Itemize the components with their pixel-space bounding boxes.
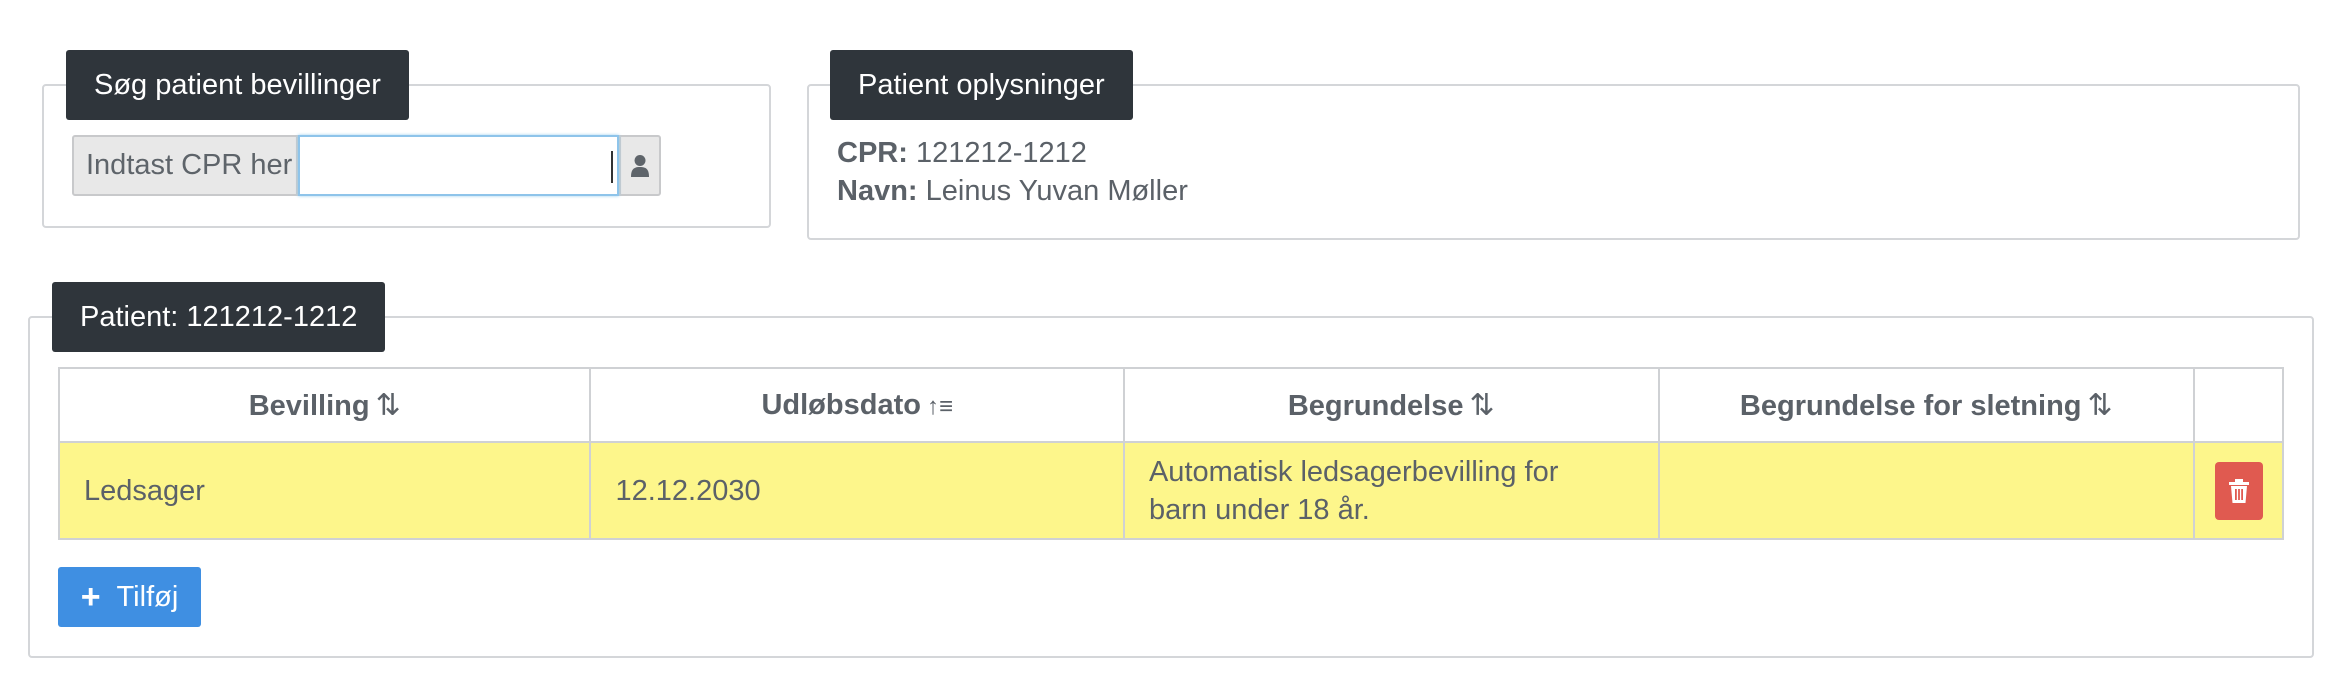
cell-actions	[2193, 441, 2284, 540]
cpr-value: 121212-1212	[915, 137, 1087, 169]
cell-begrundelse: Automatisk ledsagerbevilling for barn un…	[1122, 441, 1660, 540]
add-button[interactable]: + Tilføj	[58, 567, 201, 627]
column-header-begrundelse[interactable]: Begrundelse ⇅	[1122, 367, 1660, 443]
begrundelse-line-1: Automatisk ledsagerbevilling for	[1148, 455, 1559, 488]
cpr-input-group: Indtast CPR her	[72, 135, 661, 196]
cpr-input-label: Indtast CPR her	[72, 135, 298, 196]
column-header-actions	[2193, 367, 2284, 443]
name-info: Navn: Leinus Yuvan Møller	[837, 175, 1188, 208]
cell-udlobsdato: 12.12.2030	[589, 441, 1125, 540]
begrundelse-line-2: barn under 18 år.	[1148, 493, 1370, 526]
cpr-info: CPR: 121212-1212	[837, 137, 1087, 170]
patient-lookup-button[interactable]	[619, 135, 661, 196]
column-header-begrundelse-sletning[interactable]: Begrundelse for sletning ⇅	[1657, 367, 2196, 443]
sort-ascending-icon: ↑≡	[926, 392, 953, 420]
delete-button[interactable]	[2214, 461, 2263, 520]
table-header-row: Bevilling ⇅ Udløbsdato ↑≡ Begrundelse ⇅ Beg…	[57, 367, 2284, 443]
trash-icon	[2228, 478, 2249, 503]
user-icon	[631, 154, 649, 177]
cpr-input[interactable]	[298, 135, 619, 196]
name-value: Leinus Yuvan Møller	[925, 175, 1188, 207]
cpr-label: CPR:	[837, 137, 908, 169]
grants-panel-title: Patient: 121212-1212	[52, 282, 386, 352]
grants-table: Bevilling ⇅ Udløbsdato ↑≡ Begrundelse ⇅ Beg…	[57, 367, 2284, 540]
name-label: Navn:	[837, 175, 918, 207]
cell-bevilling: Ledsager	[57, 441, 592, 540]
table-row: Ledsager 12.12.2030 Automatisk ledsagerb…	[57, 441, 2284, 540]
add-button-label: Tilføj	[116, 580, 179, 613]
column-header-bevilling[interactable]: Bevilling ⇅	[57, 367, 592, 443]
patient-info-title: Patient oplysninger	[830, 50, 1133, 120]
text-cursor	[611, 151, 613, 183]
sort-icon: ⇅	[2087, 388, 2113, 422]
sort-icon: ⇅	[1469, 388, 1495, 422]
sort-icon: ⇅	[375, 388, 401, 422]
plus-icon: +	[80, 577, 101, 616]
search-panel-title: Søg patient bevillinger	[66, 50, 409, 120]
column-header-udlobsdato[interactable]: Udløbsdato ↑≡	[589, 367, 1125, 443]
cell-begrundelse-sletning	[1657, 441, 2196, 540]
